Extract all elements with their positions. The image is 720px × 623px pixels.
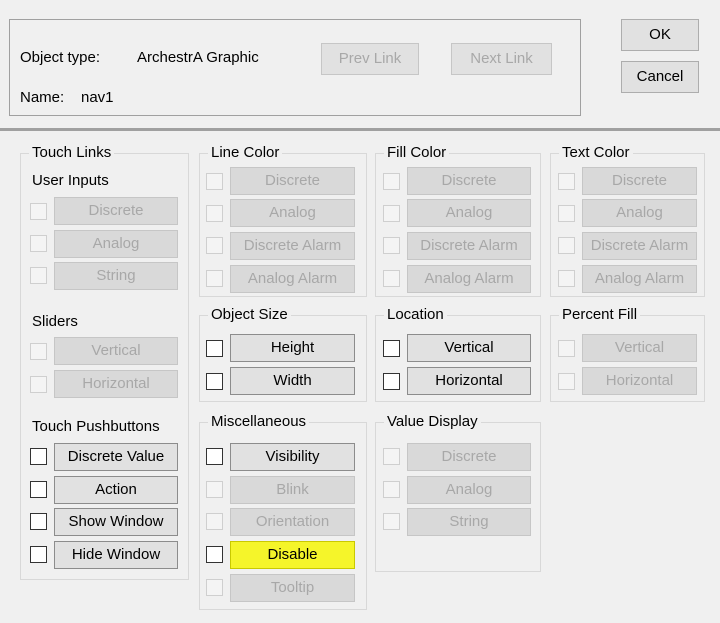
misc-orientation-button[interactable]: Orientation <box>230 508 355 536</box>
user-input-analog-checkbox[interactable] <box>30 235 47 252</box>
value-display-title: Value Display <box>384 413 481 431</box>
ok-button[interactable]: OK <box>621 19 699 51</box>
object-size-height-button[interactable]: Height <box>230 334 355 362</box>
text-color-discrete-alarm-button[interactable]: Discrete Alarm <box>582 232 697 260</box>
location-title: Location <box>384 306 447 324</box>
text-color-title: Text Color <box>559 144 633 162</box>
pushbutton-action-checkbox[interactable] <box>30 481 47 498</box>
line-color-analog-button[interactable]: Analog <box>230 199 355 227</box>
pushbutton-hide-window-checkbox[interactable] <box>30 546 47 563</box>
pushbutton-discrete-value-checkbox[interactable] <box>30 448 47 465</box>
object-size-title: Object Size <box>208 306 291 324</box>
line-color-analog-checkbox[interactable] <box>206 205 223 222</box>
fill-color-analog-alarm-button[interactable]: Analog Alarm <box>407 265 531 293</box>
user-input-discrete-checkbox[interactable] <box>30 203 47 220</box>
misc-disable-button[interactable]: Disable <box>230 541 355 569</box>
user-input-analog-button[interactable]: Analog <box>54 230 178 258</box>
text-color-analog-button[interactable]: Analog <box>582 199 697 227</box>
fill-color-analog-alarm-checkbox[interactable] <box>383 270 400 287</box>
pushbutton-discrete-value-button[interactable]: Discrete Value <box>54 443 178 471</box>
line-color-title: Line Color <box>208 144 283 162</box>
fill-color-discrete-checkbox[interactable] <box>383 173 400 190</box>
misc-orientation-checkbox[interactable] <box>206 513 223 530</box>
text-color-analog-checkbox[interactable] <box>558 205 575 222</box>
pushbutton-show-window-button[interactable]: Show Window <box>54 508 178 536</box>
percent-fill-horizontal-button[interactable]: Horizontal <box>582 367 697 395</box>
percent-fill-horizontal-checkbox[interactable] <box>558 373 575 390</box>
fill-color-discrete-alarm-checkbox[interactable] <box>383 237 400 254</box>
slider-vertical-checkbox[interactable] <box>30 343 47 360</box>
value-display-string-button[interactable]: String <box>407 508 531 536</box>
slider-vertical-button[interactable]: Vertical <box>54 337 178 365</box>
header-separator <box>0 128 720 131</box>
line-color-discrete-checkbox[interactable] <box>206 173 223 190</box>
pushbutton-show-window-checkbox[interactable] <box>30 513 47 530</box>
miscellaneous-title: Miscellaneous <box>208 413 310 431</box>
misc-visibility-checkbox[interactable] <box>206 448 223 465</box>
misc-blink-checkbox[interactable] <box>206 481 223 498</box>
location-horizontal-checkbox[interactable] <box>383 373 400 390</box>
value-display-analog-button[interactable]: Analog <box>407 476 531 504</box>
line-color-analog-alarm-checkbox[interactable] <box>206 270 223 287</box>
value-display-string-checkbox[interactable] <box>383 513 400 530</box>
fill-color-title: Fill Color <box>384 144 450 162</box>
sliders-label: Sliders <box>32 313 78 330</box>
misc-tooltip-button[interactable]: Tooltip <box>230 574 355 602</box>
object-size-height-checkbox[interactable] <box>206 340 223 357</box>
text-color-discrete-alarm-checkbox[interactable] <box>558 237 575 254</box>
fill-color-analog-button[interactable]: Analog <box>407 199 531 227</box>
prev-link-button[interactable]: Prev Link <box>321 43 419 75</box>
location-horizontal-button[interactable]: Horizontal <box>407 367 531 395</box>
line-color-discrete-button[interactable]: Discrete <box>230 167 355 195</box>
location-vertical-button[interactable]: Vertical <box>407 334 531 362</box>
misc-visibility-button[interactable]: Visibility <box>230 443 355 471</box>
text-color-discrete-checkbox[interactable] <box>558 173 575 190</box>
slider-horizontal-button[interactable]: Horizontal <box>54 370 178 398</box>
misc-blink-button[interactable]: Blink <box>230 476 355 504</box>
user-input-string-checkbox[interactable] <box>30 267 47 284</box>
user-input-discrete-button[interactable]: Discrete <box>54 197 178 225</box>
object-type-value: ArchestrA Graphic <box>137 49 259 66</box>
object-size-width-button[interactable]: Width <box>230 367 355 395</box>
value-display-analog-checkbox[interactable] <box>383 481 400 498</box>
touch-links-title: Touch Links <box>29 144 115 162</box>
name-label: Name: <box>20 89 65 106</box>
line-color-discrete-alarm-button[interactable]: Discrete Alarm <box>230 232 355 260</box>
percent-fill-title: Percent Fill <box>559 306 641 324</box>
text-color-discrete-button[interactable]: Discrete <box>582 167 697 195</box>
text-color-analog-alarm-checkbox[interactable] <box>558 270 575 287</box>
cancel-button[interactable]: Cancel <box>621 61 699 93</box>
misc-disable-checkbox[interactable] <box>206 546 223 563</box>
percent-fill-vertical-checkbox[interactable] <box>558 340 575 357</box>
percent-fill-vertical-button[interactable]: Vertical <box>582 334 697 362</box>
value-display-discrete-button[interactable]: Discrete <box>407 443 531 471</box>
line-color-discrete-alarm-checkbox[interactable] <box>206 237 223 254</box>
object-type-label: Object type: <box>20 49 101 66</box>
pushbutton-action-button[interactable]: Action <box>54 476 178 504</box>
value-display-discrete-checkbox[interactable] <box>383 448 400 465</box>
fill-color-discrete-alarm-button[interactable]: Discrete Alarm <box>407 232 531 260</box>
pushbutton-hide-window-button[interactable]: Hide Window <box>54 541 178 569</box>
fill-color-analog-checkbox[interactable] <box>383 205 400 222</box>
location-vertical-checkbox[interactable] <box>383 340 400 357</box>
fill-color-discrete-button[interactable]: Discrete <box>407 167 531 195</box>
user-inputs-label: User Inputs <box>32 172 109 189</box>
object-size-width-checkbox[interactable] <box>206 373 223 390</box>
next-link-button[interactable]: Next Link <box>451 43 552 75</box>
line-color-analog-alarm-button[interactable]: Analog Alarm <box>230 265 355 293</box>
name-value: nav1 <box>81 89 114 106</box>
text-color-analog-alarm-button[interactable]: Analog Alarm <box>582 265 697 293</box>
misc-tooltip-checkbox[interactable] <box>206 579 223 596</box>
user-input-string-button[interactable]: String <box>54 262 178 290</box>
slider-horizontal-checkbox[interactable] <box>30 376 47 393</box>
touch-pushbuttons-label: Touch Pushbuttons <box>32 418 160 435</box>
